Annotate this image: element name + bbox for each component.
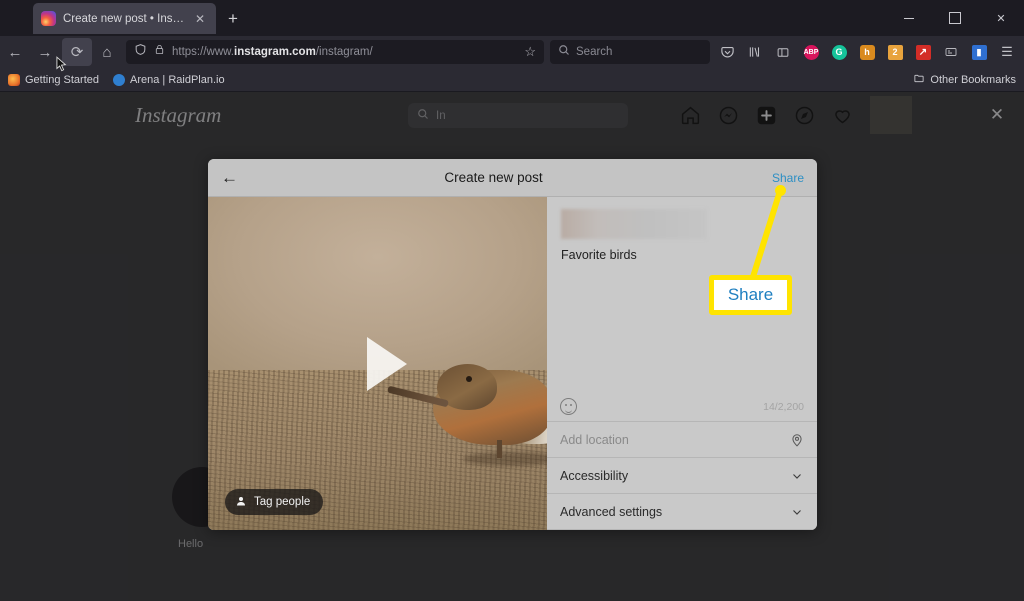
lastpass-icon[interactable]: ↗ — [910, 39, 936, 65]
sidebar-icon[interactable] — [770, 39, 796, 65]
other-bookmarks-label: Other Bookmarks — [930, 73, 1016, 86]
title-bar: Create new post • Instagram ✕ + ✕ — [0, 0, 1024, 36]
navigation-toolbar: ← → ⟳ ⌂ https://www.instagram.com/instag… — [0, 36, 1024, 68]
callout-anchor-dot — [775, 185, 786, 196]
minimize-button[interactable] — [886, 0, 932, 36]
adblock-plus-icon[interactable]: ABP — [798, 39, 824, 65]
accessibility-row[interactable]: Accessibility — [547, 458, 817, 494]
account-row — [547, 197, 817, 239]
person-icon — [235, 495, 247, 510]
accessibility-label: Accessibility — [560, 468, 629, 483]
honey-icon[interactable]: h — [854, 39, 880, 65]
search-icon — [558, 43, 570, 61]
search-placeholder: Search — [576, 46, 613, 58]
tag-people-label: Tag people — [254, 496, 311, 508]
other-bookmarks-button[interactable]: Other Bookmarks — [913, 73, 1016, 87]
firefox-icon — [8, 73, 20, 86]
caption-text[interactable]: Favorite birds — [547, 239, 817, 262]
emoji-icon[interactable] — [560, 398, 577, 415]
modal-header: ← Create new post Share — [208, 159, 817, 197]
callout-share-label: Share — [709, 275, 792, 315]
menu-icon[interactable]: ☰ — [994, 39, 1020, 65]
search-bar[interactable]: Search — [550, 40, 710, 64]
callout-text: Share — [727, 285, 774, 304]
url-text: https://www.instagram.com/instagram/ — [172, 46, 373, 58]
tag-people-button[interactable]: Tag people — [225, 489, 324, 515]
share-button[interactable]: Share — [744, 171, 804, 185]
shield-icon — [134, 43, 147, 61]
bookmark-label: Arena | RaidPlan.io — [130, 73, 225, 86]
bookmark-raidplan[interactable]: Arena | RaidPlan.io — [113, 73, 225, 86]
bookmark-label: Getting Started — [25, 73, 99, 86]
new-tab-button[interactable]: + — [222, 8, 244, 30]
chevron-down-icon — [790, 469, 804, 483]
username-blurred — [561, 209, 707, 239]
folder-icon — [913, 73, 925, 87]
bird-image — [387, 360, 547, 505]
media-preview[interactable]: Tag people — [208, 197, 547, 530]
browser-tab[interactable]: Create new post • Instagram ✕ — [33, 3, 216, 34]
window-close-button[interactable]: ✕ — [978, 0, 1024, 36]
add-location-row[interactable]: Add location — [547, 422, 817, 458]
raidplan-icon — [113, 73, 125, 86]
grammarly-icon[interactable]: G — [826, 39, 852, 65]
back-button[interactable]: ← — [221, 169, 243, 186]
bookmarks-bar: Getting Started Arena | RaidPlan.io Othe… — [0, 68, 1024, 92]
location-pin-icon — [790, 433, 804, 447]
mouse-cursor — [56, 56, 67, 72]
address-bar[interactable]: https://www.instagram.com/instagram/ ☆ — [126, 40, 544, 64]
library-icon[interactable] — [742, 39, 768, 65]
maximize-button[interactable] — [932, 0, 978, 36]
card-icon[interactable] — [938, 39, 964, 65]
add-location-label: Add location — [560, 432, 629, 447]
advanced-settings-row[interactable]: Advanced settings — [547, 494, 817, 530]
bookmark-getting-started[interactable]: Getting Started — [8, 73, 99, 86]
pocket-icon[interactable] — [714, 39, 740, 65]
extensions-toolbar: ABP G h 2 ↗ ▮ ☰ — [710, 39, 1024, 65]
tab-title: Create new post • Instagram — [63, 12, 185, 25]
back-button[interactable]: ← — [0, 38, 30, 66]
extension-blue-icon[interactable]: ▮ — [966, 39, 992, 65]
lock-icon — [154, 43, 165, 61]
browser-window: Create new post • Instagram ✕ + ✕ ← → ⟳ … — [0, 0, 1024, 601]
chevron-down-icon — [790, 505, 804, 519]
character-counter: 14/2,200 — [763, 400, 804, 413]
notes-icon[interactable]: 2 — [882, 39, 908, 65]
close-icon[interactable]: ✕ — [192, 11, 208, 27]
post-settings-panel: Favorite birds 14/2,200 Add location Acc… — [547, 197, 817, 530]
modal-title: Create new post — [444, 170, 543, 185]
advanced-settings-label: Advanced settings — [560, 504, 663, 519]
create-new-post-modal: ← Create new post Share Tag people Favor… — [208, 159, 817, 530]
window-controls: ✕ — [886, 0, 1024, 36]
play-icon[interactable] — [366, 336, 407, 391]
home-button[interactable]: ⌂ — [92, 38, 122, 66]
caption-meta-row: 14/2,200 — [547, 392, 817, 422]
instagram-icon — [41, 11, 56, 26]
modal-body: Tag people Favorite birds 14/2,200 Add l… — [208, 197, 817, 530]
bookmark-star-icon[interactable]: ☆ — [524, 44, 536, 60]
